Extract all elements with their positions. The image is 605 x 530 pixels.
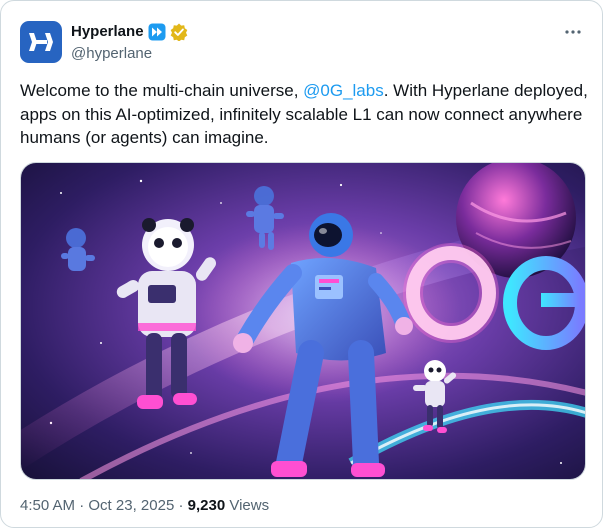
author-name-row[interactable]: Hyperlane (71, 22, 188, 42)
meta-separator: · (174, 497, 188, 514)
tweet-time[interactable]: 4:50 AM (20, 497, 75, 514)
author-handle[interactable]: @hyperlane (71, 44, 152, 64)
mention-link[interactable]: @0G_labs (303, 81, 384, 100)
tweet-image[interactable] (20, 162, 586, 480)
tweet-card[interactable]: Hyperlane @hyperlane Welcome to the mult… (0, 0, 603, 528)
automated-account-icon (148, 23, 166, 41)
hyperlane-logo-icon (29, 33, 53, 51)
tweet-text: Welcome to the multi-chain universe, @0G… (20, 79, 590, 150)
views-label: Views (225, 497, 270, 514)
views-count: 9,230 (187, 497, 226, 514)
display-name[interactable]: Hyperlane (71, 22, 144, 42)
tweet-meta: 4:50 AM · Oct 23, 2025 · 9,230 Views (20, 496, 269, 516)
more-options-button[interactable] (562, 23, 584, 41)
tweet-date[interactable]: Oct 23, 2025 (88, 497, 174, 514)
tweet-text-start: Welcome to the multi-chain universe, (20, 81, 304, 100)
more-options-icon (565, 30, 581, 34)
meta-separator: · (75, 497, 89, 514)
avatar[interactable] (20, 21, 62, 63)
galaxy-illustration (21, 163, 585, 479)
gold-verified-badge-icon[interactable] (170, 23, 188, 41)
